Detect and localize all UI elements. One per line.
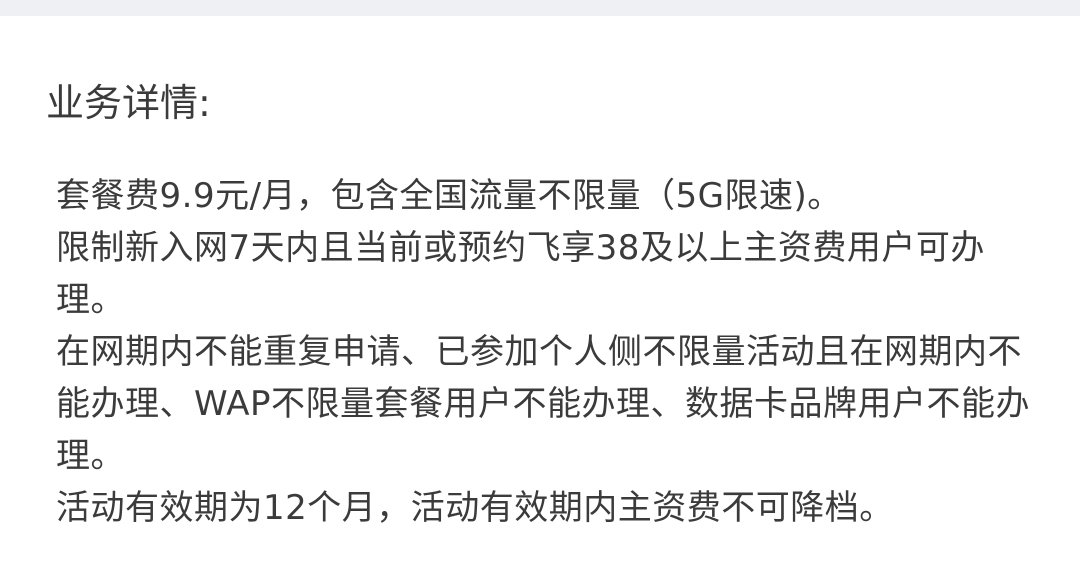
detail-restrictions: 在网期内不能重复申请、已参加个人侧不限量活动且在网期内不能办理、WAP不限量套餐… (56, 332, 1031, 476)
detail-fee: 套餐费9.9元/月，包含全国流量不限量（5G限速)。 (56, 176, 842, 216)
top-divider-strip (0, 0, 1080, 16)
business-details-panel: 业务详情: 套餐费9.9元/月，包含全国流量不限量（5G限速)。 限制新入网7天… (0, 16, 1080, 575)
details-list: 套餐费9.9元/月，包含全国流量不限量（5G限速)。 限制新入网7天内且当前或预… (56, 170, 1031, 534)
section-title: 业务详情: (46, 81, 211, 125)
detail-validity: 活动有效期为12个月，活动有效期内主资费不可降档。 (56, 488, 894, 528)
detail-eligibility: 限制新入网7天内且当前或预约飞享38及以上主资费用户可办理。 (56, 228, 985, 320)
